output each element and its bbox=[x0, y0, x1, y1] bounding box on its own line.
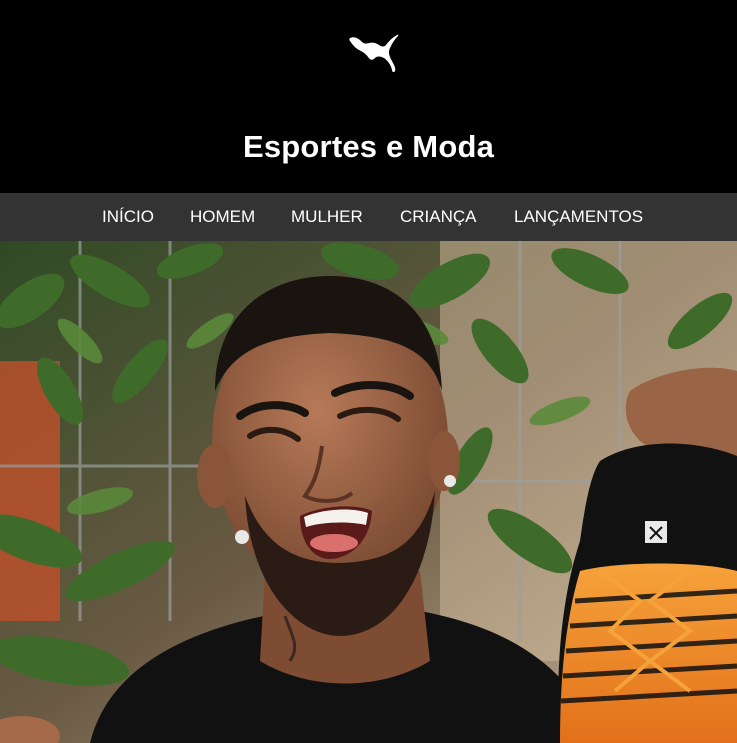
main-nav: INÍCIO HOMEM MULHER CRIANÇA LANÇAMENTOS bbox=[0, 193, 737, 241]
header: Esportes e Moda bbox=[0, 0, 737, 193]
site-title: Esportes e Moda bbox=[242, 129, 495, 164]
puma-logo-icon[interactable] bbox=[348, 32, 400, 74]
hero-photo bbox=[0, 241, 737, 743]
nav-item-lancamentos[interactable]: LANÇAMENTOS bbox=[514, 193, 643, 241]
nav-item-inicio[interactable]: INÍCIO bbox=[102, 193, 154, 241]
nav-item-homem[interactable]: HOMEM bbox=[190, 193, 255, 241]
hero-banner[interactable] bbox=[0, 241, 737, 743]
nav-item-crianca[interactable]: CRIANÇA bbox=[400, 193, 477, 241]
email-page: Esportes e Moda INÍCIO HOMEM MULHER CRIA… bbox=[0, 0, 737, 743]
nav-item-mulher[interactable]: MULHER bbox=[291, 193, 363, 241]
